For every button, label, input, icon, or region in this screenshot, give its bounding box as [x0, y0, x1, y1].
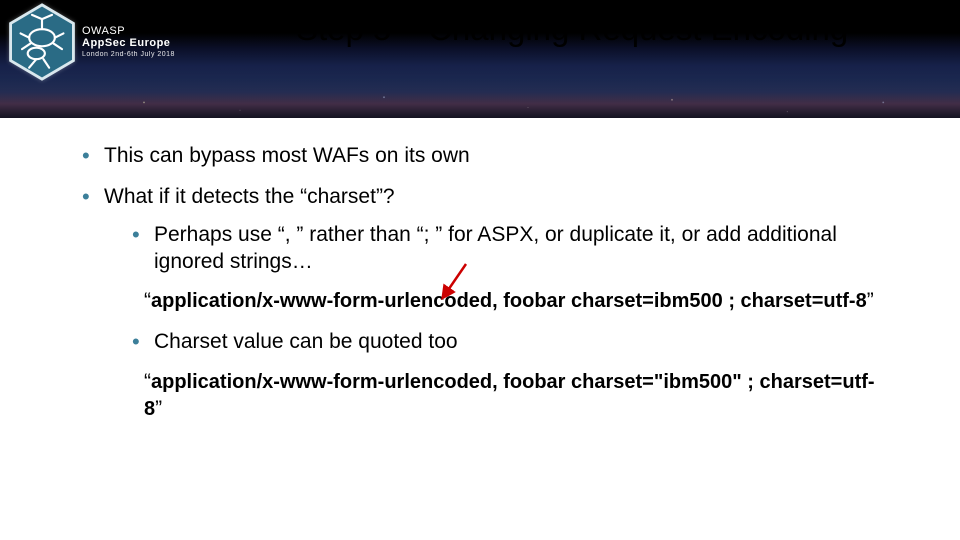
logo-event: AppSec Europe: [82, 37, 175, 50]
logo-date: London 2nd-6th July 2018: [82, 51, 175, 59]
bullet-2-sub1: Perhaps use “, ” rather than “; ” for AS…: [128, 221, 882, 276]
slide-content: This can bypass most WAFs on its own Wha…: [0, 118, 960, 422]
code1-part1: application/x-www-form-urlencoded, fooba…: [151, 290, 723, 312]
close-quote-2: ”: [155, 397, 162, 420]
bullet-2-text: What if it detects the “charset”?: [104, 185, 395, 208]
code1-part2: ; charset=utf-8: [723, 290, 867, 312]
code-example-1: “application/x-www-form-urlencoded, foob…: [144, 287, 882, 314]
bullet-1: This can bypass most WAFs on its own: [78, 142, 882, 169]
open-quote: “: [144, 289, 151, 312]
close-quote: ”: [867, 289, 874, 312]
bullet-2-sub2: Charset value can be quoted too: [128, 328, 882, 355]
slide-title: Step 5 – Changing Request Encoding: [296, 10, 848, 48]
code-example-2: “application/x-www-form-urlencoded, foob…: [144, 368, 882, 423]
logo-text: OWASP AppSec Europe London 2nd-6th July …: [82, 25, 175, 59]
bullet-2: What if it detects the “charset”? Perhap…: [78, 183, 882, 422]
open-quote-2: “: [144, 370, 151, 393]
header-banner: OWASP AppSec Europe London 2nd-6th July …: [0, 0, 960, 118]
logo-org: OWASP: [82, 25, 175, 38]
owasp-hex-icon: [6, 2, 78, 82]
owasp-logo: OWASP AppSec Europe London 2nd-6th July …: [6, 2, 175, 82]
code2-part1: application/x-www-form-urlencoded, fooba…: [151, 371, 742, 393]
